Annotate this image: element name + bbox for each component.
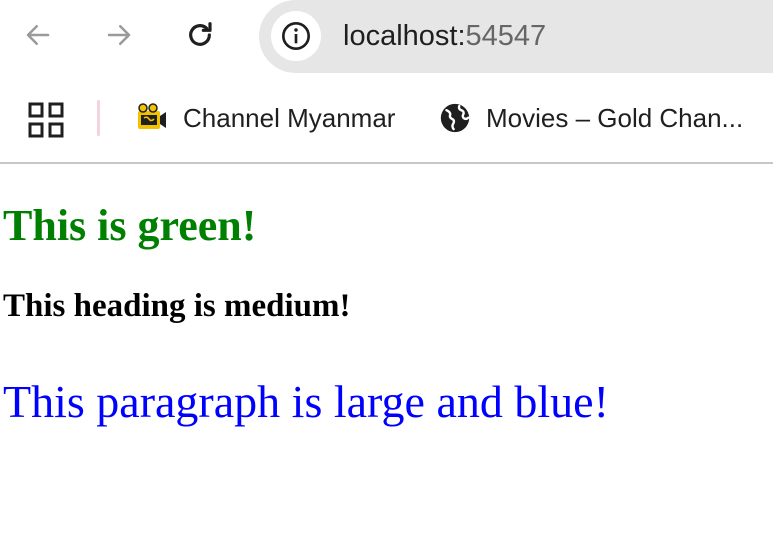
- bookmark-label: Movies – Gold Chan...: [486, 102, 744, 133]
- medium-heading: This heading is medium!: [3, 288, 351, 324]
- apps-grid-button[interactable]: [28, 102, 64, 138]
- bookmarks-bar: Channel Myanmar Movies – Gold Chan...: [0, 73, 773, 163]
- forward-button[interactable]: [98, 14, 140, 56]
- apps-grid-icon: [28, 102, 64, 138]
- url-text[interactable]: localhost:54547: [343, 16, 546, 56]
- bookmark-divider: [97, 100, 100, 136]
- url-port: 54547: [465, 20, 547, 52]
- address-bar[interactable]: localhost:54547: [259, 0, 773, 73]
- globe-icon: [438, 101, 472, 135]
- reload-icon: [189, 22, 212, 46]
- url-host: localhost:: [343, 20, 466, 52]
- arrow-right-icon: [107, 25, 131, 45]
- bookmark-label: Channel Myanmar: [183, 102, 396, 133]
- reload-button[interactable]: [179, 14, 221, 56]
- info-icon: [282, 22, 310, 50]
- page-content: This is green! This heading is medium! T…: [0, 164, 773, 559]
- arrow-left-icon: [26, 25, 50, 45]
- site-info-button[interactable]: [271, 11, 321, 61]
- bookmark-channel-myanmar[interactable]: Channel Myanmar: [135, 97, 395, 139]
- bookmark-movies-gold-channel[interactable]: Movies – Gold Chan...: [438, 97, 743, 139]
- blue-paragraph: This paragraph is large and blue!: [3, 376, 609, 427]
- browser-toolbar: localhost:54547: [0, 0, 773, 73]
- channel-myanmar-logo-icon: [135, 101, 169, 135]
- green-heading: This is green!: [3, 201, 257, 250]
- back-button[interactable]: [17, 14, 59, 56]
